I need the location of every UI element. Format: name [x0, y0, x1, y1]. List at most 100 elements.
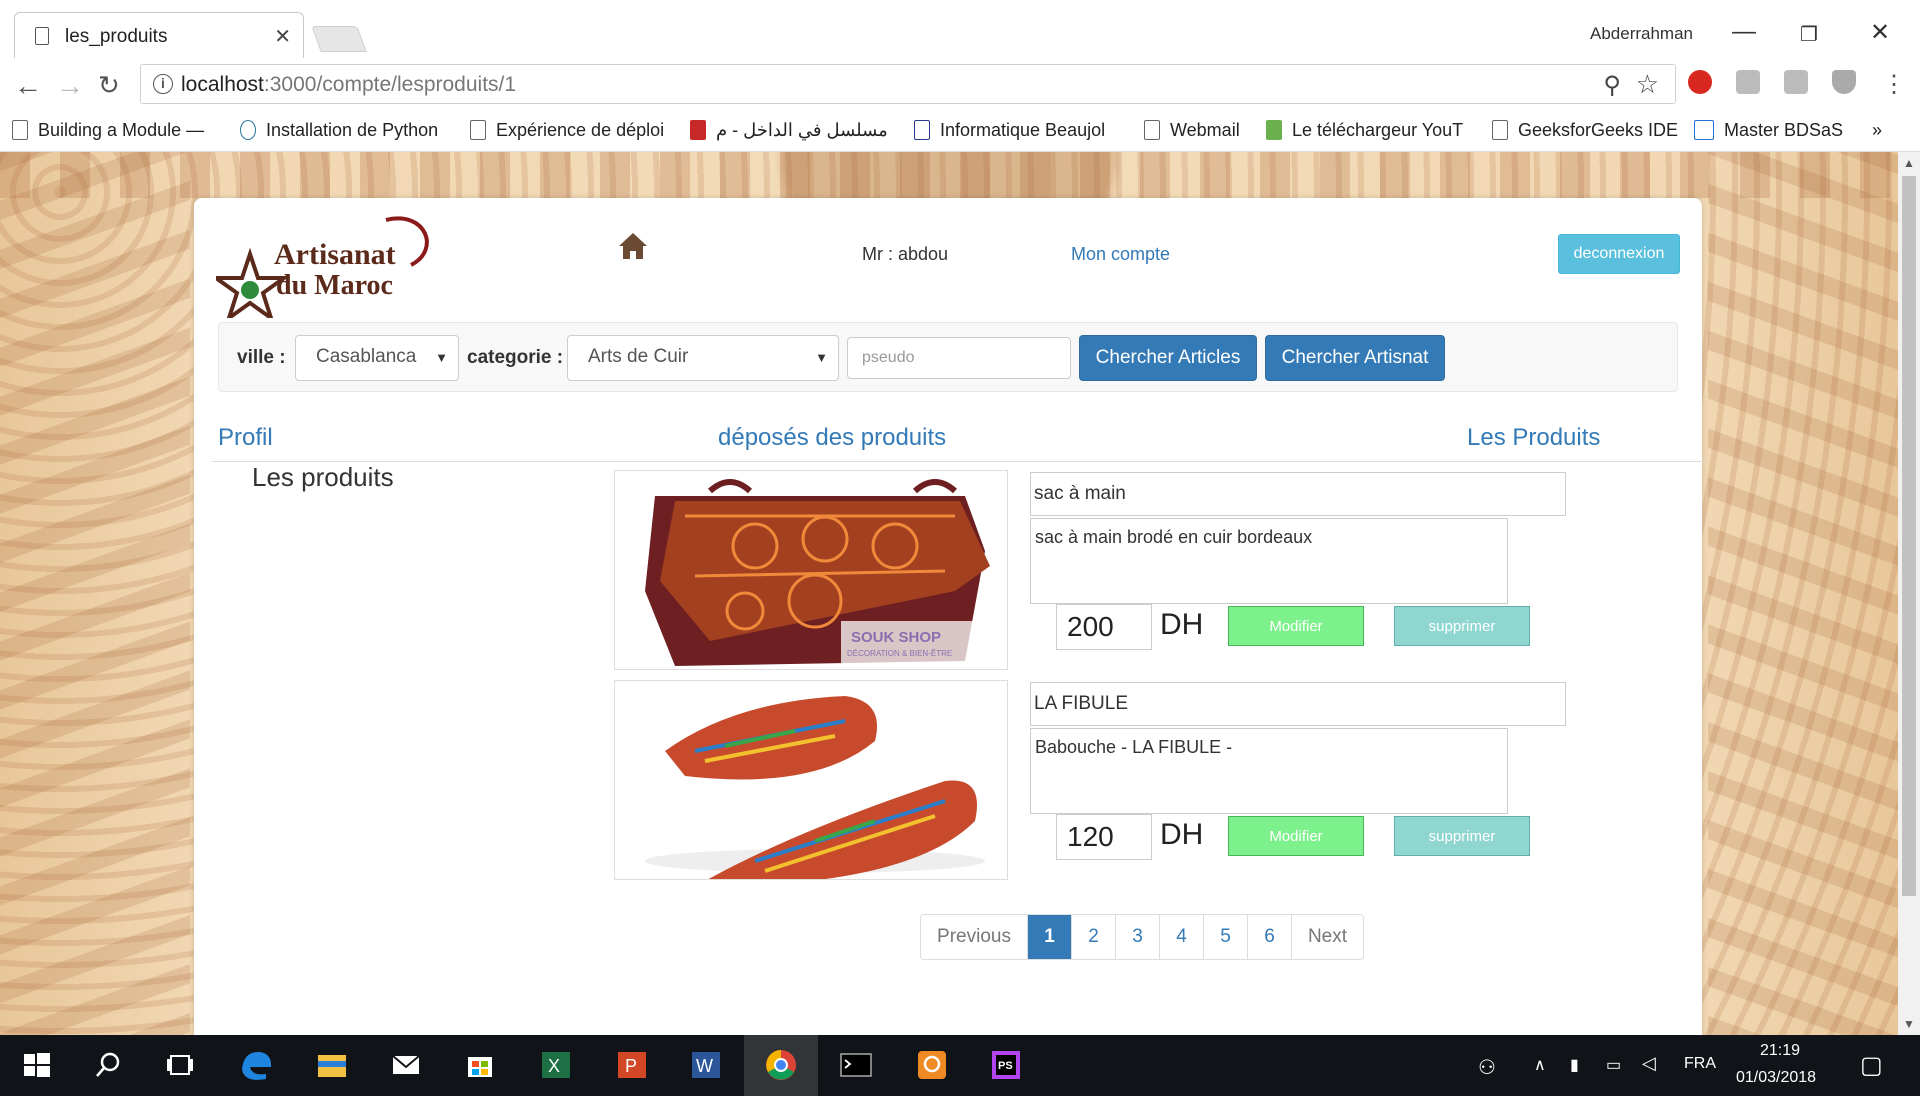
file-explorer-icon[interactable] — [312, 1045, 352, 1085]
product-description-textarea[interactable]: sac à main brodé en cuir bordeaux — [1030, 518, 1508, 604]
bookmark-star-icon[interactable]: ☆ — [1636, 69, 1659, 100]
search-articles-button[interactable]: Chercher Articles — [1079, 335, 1257, 381]
menu-icon[interactable]: ⋮ — [1882, 70, 1906, 99]
pagination-page[interactable]: 2 — [1071, 915, 1115, 959]
back-icon[interactable]: ← — [14, 70, 42, 102]
wordpress-icon — [240, 120, 256, 140]
modify-button[interactable]: Modifier — [1228, 816, 1364, 856]
search-icon[interactable] — [88, 1045, 128, 1085]
word-icon[interactable]: W — [686, 1045, 726, 1085]
delete-button[interactable]: supprimer — [1394, 606, 1530, 646]
logout-button[interactable]: deconnexion — [1558, 234, 1680, 274]
currency-label: DH — [1160, 818, 1204, 851]
delete-button[interactable]: supprimer — [1394, 816, 1530, 856]
ville-select[interactable]: Casablanca ▼ — [295, 335, 459, 381]
powerpoint-icon[interactable]: P — [612, 1045, 652, 1085]
bookmark-item[interactable]: Master BDSaS — [1694, 120, 1844, 141]
decorative-border — [0, 152, 1898, 198]
store-icon[interactable] — [460, 1045, 500, 1085]
heart-site-icon — [690, 120, 706, 140]
show-hidden-icons[interactable]: ∧ — [1534, 1055, 1546, 1075]
nav-profil[interactable]: Profil — [218, 424, 273, 452]
terminal-icon[interactable] — [836, 1045, 876, 1085]
minimize-icon[interactable]: — — [1732, 18, 1756, 46]
browser-user[interactable]: Abderrahman — [1590, 24, 1693, 44]
forward-icon[interactable]: → — [56, 70, 84, 102]
pagination-page[interactable]: 5 — [1203, 915, 1247, 959]
bookmark-item[interactable]: Building a Module — — [12, 120, 220, 141]
pagination-page[interactable]: 1 — [1027, 915, 1071, 959]
download-arrow-icon — [1266, 120, 1282, 140]
pagination-page[interactable]: 3 — [1115, 915, 1159, 959]
battery-icon[interactable]: ▭ — [1606, 1055, 1621, 1075]
scrollbar-thumb[interactable] — [1902, 176, 1916, 896]
close-window-icon[interactable]: ✕ — [1870, 18, 1890, 47]
bookmark-item[interactable]: Installation de Python — [240, 120, 446, 141]
bookmark-item[interactable]: Le téléchargeur YouT — [1266, 120, 1470, 141]
product-price-input[interactable]: 200 — [1056, 604, 1152, 650]
bookmark-item[interactable]: GeeksforGeeks IDE — [1492, 120, 1678, 141]
scrollbar[interactable]: ▲ ▼ — [1898, 152, 1920, 1035]
pagination-page[interactable]: 6 — [1247, 915, 1291, 959]
mail-icon[interactable] — [386, 1045, 426, 1085]
search-artisanat-button[interactable]: Chercher Artisnat — [1265, 335, 1445, 381]
bookmark-item[interactable]: Informatique Beaujol — [914, 120, 1122, 141]
pseudo-input[interactable]: pseudo — [847, 337, 1071, 379]
ville-label: ville : — [237, 347, 286, 368]
info-icon[interactable]: i — [153, 74, 173, 94]
bookmark-item[interactable]: Expérience de déploi — [470, 120, 672, 141]
edge-icon[interactable] — [236, 1045, 276, 1085]
close-tab-icon[interactable]: ✕ — [274, 24, 291, 49]
categorie-select[interactable]: Arts de Cuir ▼ — [567, 335, 839, 381]
nav-deposes[interactable]: déposés des produits — [718, 424, 946, 452]
windows-start-icon[interactable] — [16, 1045, 56, 1085]
task-view-icon[interactable] — [160, 1045, 200, 1085]
address-bar[interactable]: i localhost:3000/compte/lesproduits/1 ⚲ … — [140, 64, 1676, 104]
product-image-bag: SOUK SHOP DÉCORATION & BIEN-ÊTRE — [614, 470, 1008, 670]
clock-date[interactable]: 01/03/2018 — [1736, 1069, 1816, 1087]
phpstorm-icon[interactable]: PS — [986, 1045, 1026, 1085]
language-indicator[interactable]: FRA — [1684, 1055, 1716, 1073]
product-price-input[interactable]: 120 — [1056, 814, 1152, 860]
excel-icon[interactable]: X — [536, 1045, 576, 1085]
extension-icon[interactable] — [1736, 70, 1760, 94]
my-account-link[interactable]: Mon compte — [1071, 244, 1170, 265]
reload-icon[interactable]: ↻ — [98, 70, 120, 101]
pagination-page[interactable]: 4 — [1159, 915, 1203, 959]
pagination-next[interactable]: Next — [1291, 915, 1363, 959]
network-icon[interactable]: ▮ — [1570, 1055, 1579, 1075]
clock-time[interactable]: 21:19 — [1760, 1042, 1800, 1060]
pagination-previous[interactable]: Previous — [921, 915, 1027, 959]
site-icon — [914, 120, 930, 140]
nav-les-produits[interactable]: Les Produits — [1467, 424, 1600, 452]
page-icon — [470, 120, 486, 140]
product-name-input[interactable]: sac à main — [1030, 472, 1566, 516]
modify-button[interactable]: Modifier — [1228, 606, 1364, 646]
site-logo[interactable]: Artisanat du Maroc — [209, 210, 446, 324]
opera-extension-icon[interactable] — [1688, 70, 1712, 94]
people-icon[interactable]: ⚇ — [1478, 1055, 1496, 1080]
pdf-app-icon[interactable] — [912, 1045, 952, 1085]
zoom-icon[interactable]: ⚲ — [1603, 71, 1621, 100]
page-icon — [35, 27, 49, 45]
browser-tab[interactable]: les_produits ✕ — [14, 12, 304, 58]
url-text: localhost:3000/compte/lesproduits/1 — [181, 73, 517, 96]
shield-extension-icon[interactable] — [1832, 70, 1856, 94]
save-extension-icon[interactable] — [1784, 70, 1808, 94]
watermark-text: SOUK SHOP — [851, 629, 942, 646]
more-bookmarks-icon[interactable]: » — [1872, 120, 1882, 141]
home-icon[interactable] — [618, 232, 648, 260]
product-name-input[interactable]: LA FIBULE — [1030, 682, 1566, 726]
restore-icon[interactable]: ❐ — [1800, 22, 1818, 47]
scroll-down-icon[interactable]: ▼ — [1903, 1017, 1915, 1031]
scroll-up-icon[interactable]: ▲ — [1903, 156, 1915, 170]
bookmark-item[interactable]: Webmail — [1144, 120, 1250, 141]
chrome-taskbar-active[interactable] — [744, 1035, 818, 1096]
currency-label: DH — [1160, 608, 1204, 641]
volume-icon[interactable]: ◁ — [1642, 1053, 1656, 1074]
dropdown-arrow-icon: ▼ — [815, 350, 828, 365]
new-tab-button[interactable] — [311, 26, 367, 52]
product-description-textarea[interactable]: Babouche - LA FIBULE - — [1030, 728, 1508, 814]
notifications-icon[interactable]: ▢ — [1860, 1051, 1883, 1080]
bookmark-item[interactable]: مسلسل في الداخل - م — [690, 120, 900, 141]
